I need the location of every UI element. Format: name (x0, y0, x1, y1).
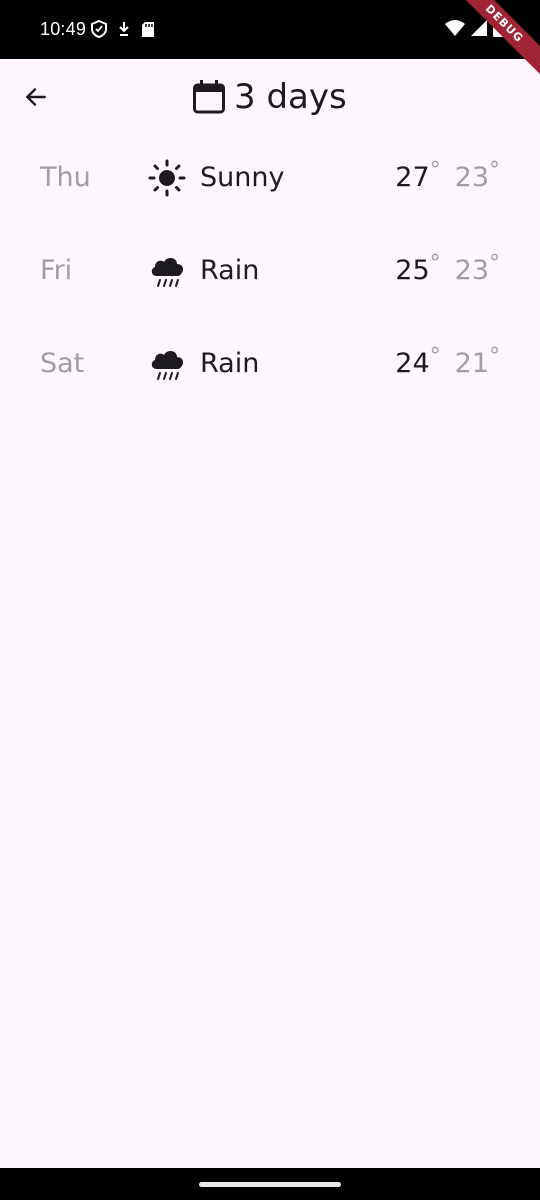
signal-icon (471, 19, 487, 36)
back-button[interactable] (16, 77, 56, 117)
day-label: Sat (40, 348, 85, 379)
high-temp: 25° (395, 251, 441, 286)
temperature-range: 25° 23° (395, 251, 500, 286)
status-bar: 10:49 DEBUG (0, 0, 540, 81)
arrow-back-icon (25, 88, 46, 106)
temperature-range: 24° 21° (395, 344, 500, 379)
forecast-row: Thu Sunny 27° 23° (0, 133, 540, 226)
rain-icon (151, 351, 184, 380)
sd-card-icon (142, 21, 154, 37)
screen: 10:49 DEBUG 3 days Thu Sunny 27° 23° Fri… (0, 0, 540, 1200)
forecast-row: Sat Rain 24° 21° (0, 319, 540, 412)
status-time: 10:49 (40, 19, 87, 39)
low-temp: 23° (454, 158, 500, 193)
condition-label: Rain (200, 255, 260, 286)
page-title-group: 3 days (192, 77, 347, 117)
day-label: Thu (40, 162, 91, 193)
low-temp: 21° (454, 344, 500, 379)
condition-label: Sunny (200, 162, 285, 193)
high-temp: 27° (395, 158, 441, 193)
low-temp: 23° (454, 251, 500, 286)
condition-label: Rain (200, 348, 260, 379)
day-label: Fri (40, 255, 73, 286)
download-icon (119, 22, 129, 36)
calendar-icon (193, 80, 225, 114)
forecast-list: Thu Sunny 27° 23° Fri Rain 25° 23° Sat R… (0, 133, 540, 412)
forecast-row: Fri Rain 25° 23° (0, 226, 540, 319)
rain-icon (151, 258, 184, 287)
page-title: 3 days (234, 77, 347, 117)
status-left-icons (91, 20, 155, 38)
shield-icon (91, 20, 107, 38)
navigation-bar (0, 1168, 540, 1200)
high-temp: 24° (395, 344, 441, 379)
wifi-icon (445, 19, 465, 36)
temperature-range: 27° 23° (395, 158, 500, 193)
home-gesture-handle[interactable] (199, 1182, 341, 1187)
sunny-icon (148, 159, 186, 197)
app-bar: 3 days (0, 59, 540, 135)
